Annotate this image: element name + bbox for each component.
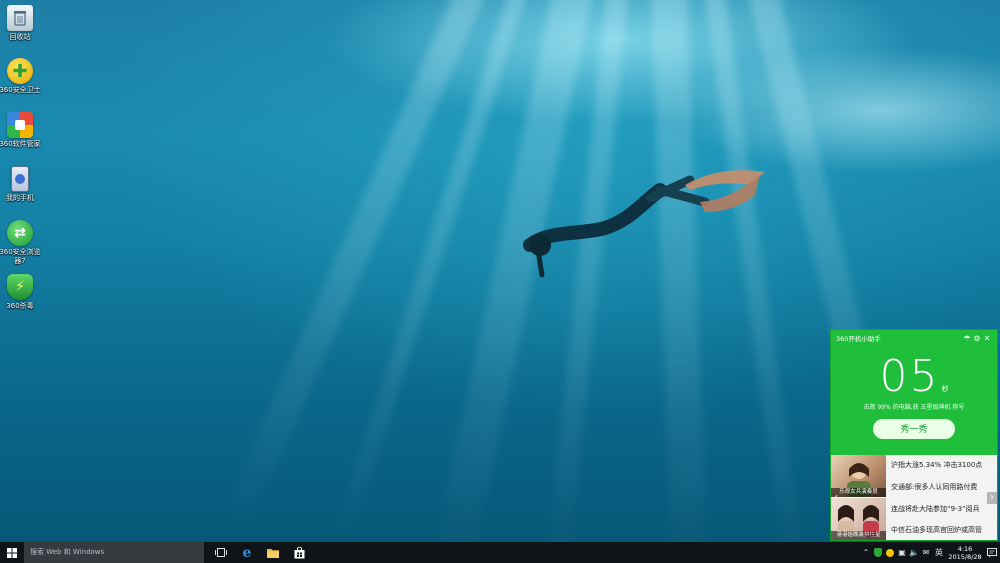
desktop-icon-label: 360杀毒 (6, 302, 34, 310)
360-startup-assistant-widget: 360开机小助手 ☂ ⚙ ✕ 05 秒 击败 99% 的电脑,获 五星级神机 称… (830, 329, 998, 541)
news-item[interactable]: 连战将赴大陆参加“9-3”阅兵 (888, 499, 997, 521)
desktop-icon-360-software-manager[interactable]: 360软件管家 (0, 112, 41, 149)
desktop-icon-360-browser[interactable]: ⇄ 360安全浏览器7 (0, 220, 41, 266)
edge-button[interactable]: e (234, 542, 260, 563)
skin-icon[interactable]: ☂ (962, 334, 972, 343)
360-browser-icon: ⇄ (7, 220, 33, 246)
close-icon[interactable]: ✕ (982, 334, 992, 343)
news-panel: 乐视女兵演奏员 港港姐晚装拼住星 ‹ 沪指大涨5.34% 冲击3100点 交通部… (831, 455, 997, 540)
news-thumbnail[interactable]: 港港姐晚装拼住星 (831, 498, 886, 540)
news-item[interactable]: 交通部:很多人认同用路付费 (888, 477, 997, 499)
freediver-image (523, 170, 765, 278)
next-arrow-icon[interactable]: › (987, 492, 997, 504)
recycle-bin-icon (7, 5, 33, 31)
file-explorer-icon (267, 548, 279, 558)
share-button[interactable]: 秀一秀 (873, 419, 955, 439)
gear-icon[interactable]: ⚙ (972, 334, 982, 343)
widget-title: 360开机小助手 (836, 335, 881, 343)
network-icon[interactable]: ▣ (896, 542, 908, 563)
action-center-button[interactable] (984, 547, 1000, 558)
boot-time-seconds: 05 (879, 351, 940, 402)
show-hidden-icons-chevron-icon[interactable]: ⌃ (860, 542, 872, 563)
desktop-icon-recycle-bin[interactable]: 回收站 (0, 5, 40, 42)
news-thumbnail-caption: 港港姐晚装拼住星 (831, 531, 886, 540)
volume-icon[interactable]: 🔈 (908, 542, 920, 563)
clock-time: 4:16 (957, 544, 973, 553)
taskbar: 搜索 Web 和 Windows e ⌃ ▣ 🔈 ✉ 英 4:16 2015/8… (0, 542, 1000, 563)
desktop-icon-label: 360安全卫士 (0, 86, 41, 94)
clock-date: 2015/8/28 (948, 552, 982, 561)
360-guard-tray-icon[interactable] (872, 542, 884, 563)
news-thumbnail[interactable]: 乐视女兵演奏员 (831, 455, 886, 497)
start-button[interactable] (0, 542, 24, 563)
store-icon (294, 546, 304, 558)
clock[interactable]: 4:16 2015/8/28 (946, 545, 984, 561)
task-view-button[interactable] (208, 542, 234, 563)
windows-logo-icon (7, 547, 17, 558)
desktop-icon-my-phone[interactable]: 我的手机 (0, 166, 40, 203)
news-thumbnails: 乐视女兵演奏员 港港姐晚装拼住星 ‹ (831, 455, 886, 540)
action-center-icon (987, 547, 997, 557)
desktop-icon-360-antivirus[interactable]: ⚡ 360杀毒 (0, 274, 40, 311)
widget-header: 360开机小助手 ☂ ⚙ ✕ (831, 330, 997, 346)
message-icon[interactable]: ✉ (920, 542, 932, 563)
360-antivirus-icon: ⚡ (7, 274, 33, 300)
prev-arrow-icon[interactable]: ‹ (831, 492, 841, 504)
desktop-icon-label: 回收站 (9, 33, 31, 41)
news-list: 沪指大涨5.34% 冲击3100点 交通部:很多人认同用路付费 连战将赴大陆参加… (888, 455, 997, 540)
my-phone-icon (11, 166, 29, 192)
search-box[interactable]: 搜索 Web 和 Windows (24, 542, 204, 563)
store-button[interactable] (286, 542, 312, 563)
360-software-manager-icon (7, 112, 33, 138)
desktop-icon-360-guard[interactable]: ✚ 360安全卫士 (0, 58, 41, 95)
360-antivirus-tray-icon[interactable] (884, 542, 896, 563)
ime-indicator[interactable]: 英 (932, 542, 946, 563)
boot-rank-message: 击败 99% 的电脑,获 五星级神机 称号 (863, 404, 965, 411)
desktop-icon-label: 我的手机 (6, 194, 34, 202)
task-view-icon (215, 548, 227, 557)
desktop-icon-label: 360软件管家 (0, 140, 41, 148)
boot-time-unit: 秒 (941, 385, 949, 393)
boot-time-display: 05 秒 (831, 348, 997, 402)
360-guard-icon: ✚ (7, 58, 33, 84)
desktop-icon-label: 360安全浏览器7 (0, 248, 41, 265)
news-item[interactable]: 中信石油多现高官回炉或高管 (888, 520, 997, 540)
edge-icon: e (242, 544, 252, 561)
system-tray: ⌃ ▣ 🔈 ✉ 英 4:16 2015/8/28 (860, 542, 1000, 563)
file-explorer-button[interactable] (260, 542, 286, 563)
news-item[interactable]: 沪指大涨5.34% 冲击3100点 (888, 455, 997, 477)
